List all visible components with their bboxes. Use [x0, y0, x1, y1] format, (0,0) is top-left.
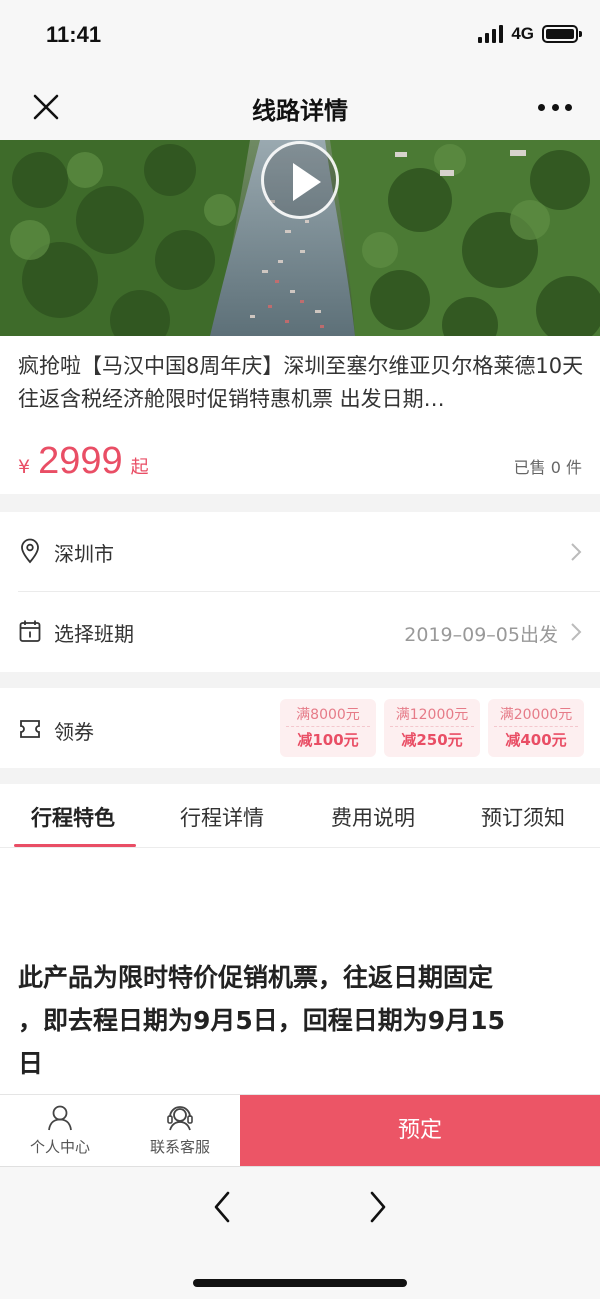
profile-label: 个人中心: [29, 1138, 90, 1156]
browser-toolbar: [0, 1166, 600, 1299]
chevron-right-icon: [571, 623, 582, 641]
more-options-icon[interactable]: [538, 94, 572, 120]
price-value: 2999: [38, 440, 123, 482]
schedule-date: 2019–09–05出发: [404, 624, 558, 646]
tab-booking-notes[interactable]: 预订须知: [481, 802, 565, 832]
status-time: 11:41: [46, 22, 102, 47]
calendar-icon: [19, 620, 41, 642]
content-line: ，即去程日期为9月5日，回程日期为9月15: [18, 1006, 505, 1035]
coupon-discount: 减250元: [401, 731, 463, 749]
coupon-condition: 满8000元: [296, 707, 360, 723]
book-button[interactable]: 预定: [240, 1095, 600, 1167]
bottom-action-bar: 个人中心 联系客服 预定: [0, 1094, 600, 1167]
user-icon: [48, 1105, 72, 1131]
coupon-discount: 减400元: [505, 731, 567, 749]
product-info: 疯抢啦【马汉中国8周年庆】深圳至塞尔维亚贝尔格莱德10天往返含税经济舱限时促销特…: [0, 336, 600, 494]
coupon-item[interactable]: 满8000元 减100元: [280, 699, 376, 757]
content-line: 此产品为限时特价促销机票，往返日期固定: [18, 963, 494, 992]
schedule-row[interactable]: 选择班期 2019–09–05出发: [0, 592, 600, 672]
tab-itinerary-features[interactable]: 行程特色: [31, 802, 115, 832]
customer-service-label: 联系客服: [149, 1138, 210, 1156]
customer-service-button[interactable]: 联系客服: [120, 1095, 240, 1167]
coupon-condition: 满20000元: [499, 707, 573, 723]
coupon-label: 领券: [54, 720, 94, 744]
headset-icon: [167, 1106, 193, 1131]
signal-icon: [478, 25, 504, 43]
profile-button[interactable]: 个人中心: [0, 1095, 120, 1167]
price-currency: ¥: [18, 456, 31, 478]
coupon-section: 领券 满8000元 减100元 满12000元 减250元 满20000元 减4…: [0, 688, 600, 768]
location-label: 深圳市: [54, 542, 114, 566]
coupon-icon: [20, 720, 40, 738]
hero-video[interactable]: [0, 140, 600, 336]
chevron-right-icon: [571, 543, 582, 561]
active-tab-indicator: [14, 844, 136, 847]
options-section: 深圳市 选择班期 2019–09–05出发: [0, 512, 600, 672]
tab-bar: 行程特色 行程详情 费用说明 预订须知: [0, 784, 600, 848]
coupon-list: 满8000元 减100元 满12000元 减250元 满20000元 减400元: [280, 699, 584, 757]
battery-icon: [542, 25, 582, 43]
page-title: 线路详情: [252, 97, 348, 125]
nav-bar: 线路详情: [0, 74, 600, 140]
play-button[interactable]: [261, 141, 339, 219]
schedule-label: 选择班期: [54, 622, 134, 646]
home-indicator[interactable]: [193, 1279, 407, 1287]
coupon-item[interactable]: 满12000元 减250元: [384, 699, 480, 757]
price-suffix: 起: [130, 457, 149, 478]
coupon-item[interactable]: 满20000元 减400元: [488, 699, 584, 757]
status-bar: 11:41 4G: [0, 0, 600, 74]
sold-count: 已售 0 件: [513, 458, 582, 477]
back-arrow-icon[interactable]: [206, 1187, 238, 1227]
forward-arrow-icon[interactable]: [362, 1187, 394, 1227]
status-indicators: 4G: [478, 24, 582, 44]
location-row[interactable]: 深圳市: [0, 512, 600, 592]
tab-fee-description[interactable]: 费用说明: [331, 802, 415, 832]
content-line: 日: [18, 1049, 44, 1078]
product-title: 疯抢啦【马汉中国8周年庆】深圳至塞尔维亚贝尔格莱德10天往返含税经济舱限时促销特…: [18, 354, 584, 411]
coupon-condition: 满12000元: [395, 707, 469, 723]
tab-itinerary-details[interactable]: 行程详情: [180, 802, 264, 832]
tab-content: 此产品为限时特价促销机票，往返日期固定 ，即去程日期为9月5日，回程日期为9月1…: [0, 848, 600, 1094]
network-type: 4G: [511, 24, 534, 43]
play-icon: [293, 163, 321, 201]
price: ¥ 2999 起: [18, 440, 149, 483]
location-pin-icon: [21, 538, 39, 564]
coupon-discount: 减100元: [297, 731, 359, 749]
content-text: 此产品为限时特价促销机票，往返日期固定 ，即去程日期为9月5日，回程日期为9月1…: [18, 956, 578, 1085]
